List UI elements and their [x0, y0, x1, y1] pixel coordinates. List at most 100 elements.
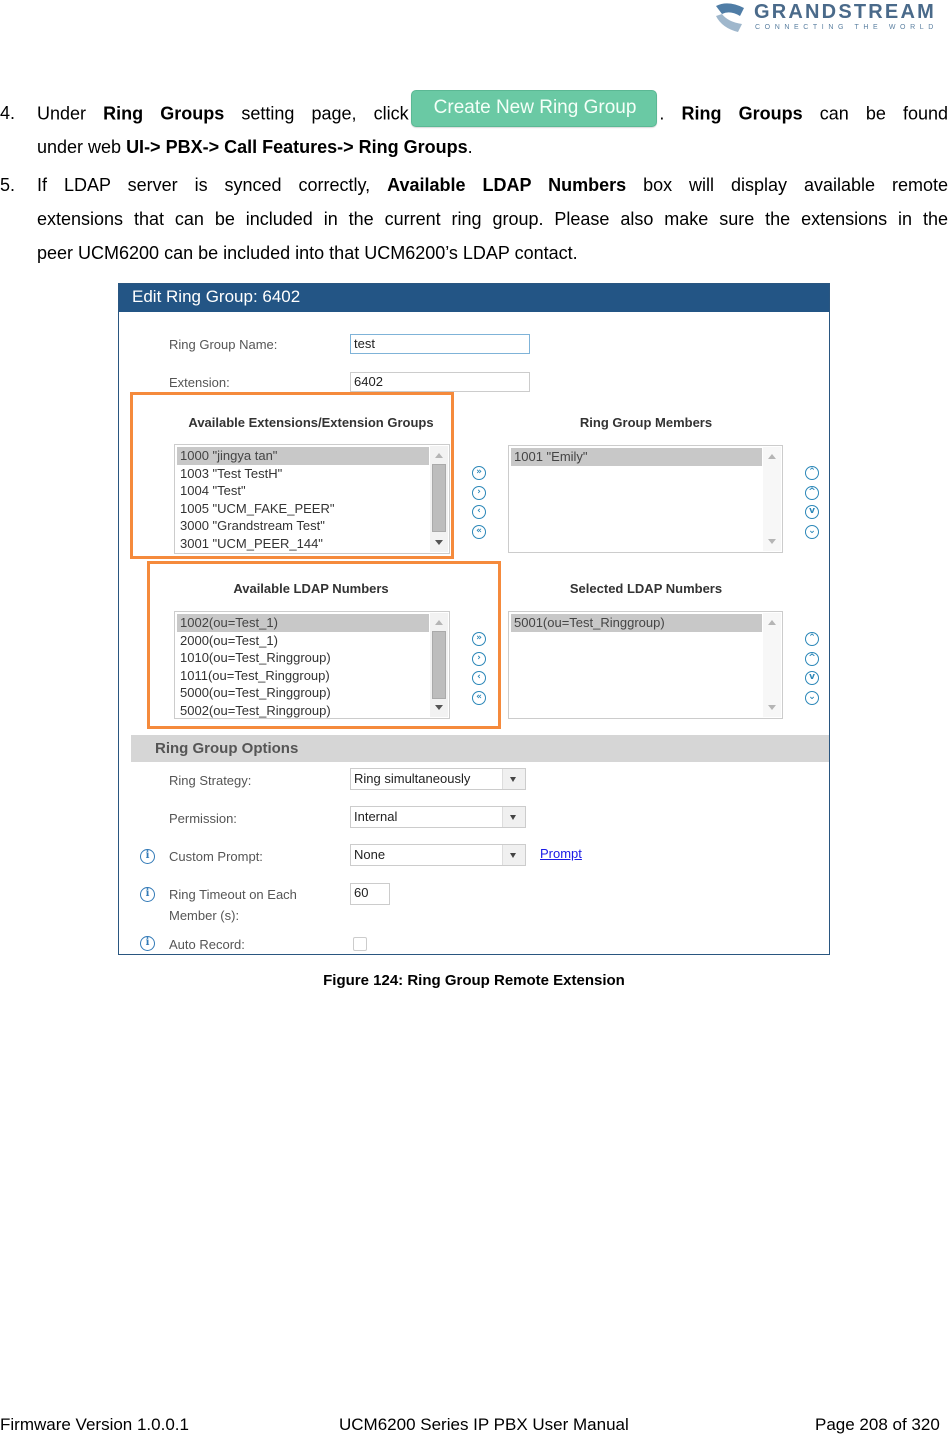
- list-item[interactable]: 1005 "UCM_FAKE_PEER": [177, 500, 429, 518]
- scrollbar[interactable]: [763, 613, 781, 717]
- text: under web: [37, 137, 127, 157]
- move-all-left-icon[interactable]: «: [472, 690, 486, 705]
- move-left-icon[interactable]: ‹: [472, 505, 486, 519]
- menu-path: UI-> PBX-> Call Features-> Ring Groups: [126, 137, 468, 157]
- scroll-up-arrow-icon[interactable]: [435, 620, 443, 625]
- info-icon[interactable]: i: [140, 887, 155, 902]
- list-item[interactable]: 1001 "Emily": [511, 448, 762, 466]
- scroll-down-arrow-icon[interactable]: [768, 705, 776, 710]
- scroll-up-arrow-icon[interactable]: [768, 454, 776, 459]
- move-down-icon[interactable]: v: [805, 671, 819, 685]
- move-all-right-icon[interactable]: »: [472, 632, 486, 646]
- move-right-icon[interactable]: ›: [472, 485, 486, 500]
- grandstream-logo: GRANDSTREAM CONNECTING THE WORLD: [712, 0, 948, 36]
- list-item[interactable]: 1010(ou=Test_Ringgroup): [177, 649, 429, 667]
- list-item[interactable]: 5001(ou=Test_Ringgroup): [511, 614, 762, 632]
- available-ldap-title: Available LDAP Numbers: [233, 581, 389, 596]
- logo-wordmark: GRANDSTREAM: [754, 1, 936, 23]
- bold-text: Ring Groups: [103, 103, 225, 124]
- selected-ldap-title: Selected LDAP Numbers: [569, 581, 723, 596]
- logo-tagline: CONNECTING THE WORLD: [755, 24, 938, 31]
- list-item[interactable]: 1003 "Test TestH": [177, 465, 429, 483]
- custom-prompt-label: Custom Prompt:: [169, 849, 263, 864]
- list-item[interactable]: 5002(ou=Test_Ringgroup): [177, 702, 429, 718]
- scroll-down-arrow-icon[interactable]: [435, 705, 443, 710]
- ring-timeout-label-line-2: Member (s):: [169, 908, 240, 923]
- move-top-icon[interactable]: ⌃: [805, 466, 819, 480]
- move-up-icon[interactable]: ^: [805, 651, 819, 666]
- list-item[interactable]: 1011(ou=Test_Ringgroup): [177, 667, 429, 685]
- list-item[interactable]: 3000 "Grandstream Test": [177, 517, 429, 535]
- move-down-icon[interactable]: v: [805, 505, 819, 519]
- edit-ring-group-screenshot: Edit Ring Group: 6402 Ring Group Name: t…: [118, 283, 830, 955]
- ring-group-options-section: Ring Group Options: [131, 735, 829, 762]
- prompt-link[interactable]: Prompt: [540, 846, 582, 861]
- auto-record-label: Auto Record:: [169, 937, 245, 952]
- bold-text: Available LDAP Numbers: [387, 175, 627, 195]
- dialog-title: Edit Ring Group: 6402: [132, 287, 301, 306]
- list-items: 1001 "Emily": [511, 448, 762, 466]
- list-item[interactable]: 3001 "UCM_PEER_144": [177, 535, 429, 553]
- extension-input[interactable]: 6402: [350, 372, 530, 392]
- list-item[interactable]: 2000(ou=Test_1): [177, 632, 429, 650]
- text: setting page, click: [224, 103, 409, 124]
- move-left-icon[interactable]: ‹: [472, 671, 486, 685]
- scroll-down-arrow-icon[interactable]: [768, 539, 776, 544]
- custom-prompt-select[interactable]: None: [350, 844, 526, 866]
- step-5-line-2: extensions that can be included in the c…: [37, 209, 948, 229]
- create-new-ring-group-button[interactable]: Create New Ring Group: [410, 90, 658, 127]
- selected-value: Ring simultaneously: [354, 771, 471, 786]
- permission-label: Permission:: [169, 811, 237, 826]
- scroll-thumb[interactable]: [432, 464, 446, 532]
- text: box will display available remote: [626, 175, 948, 195]
- step-number: 5.: [0, 175, 16, 195]
- member-order-controls: ⌃ ^ v ⌄: [805, 466, 821, 544]
- step-5-line-1: If LDAP server is synced correctly, Avai…: [37, 168, 948, 202]
- scroll-down-arrow-icon[interactable]: [435, 540, 443, 545]
- permission-select[interactable]: Internal: [350, 806, 526, 828]
- move-bottom-icon[interactable]: ⌄: [805, 524, 819, 539]
- move-bottom-icon[interactable]: ⌄: [805, 690, 819, 705]
- available-extensions-list[interactable]: 1000 "jingya tan" 1003 "Test TestH" 1004 "…: [174, 444, 450, 554]
- move-all-left-icon[interactable]: «: [472, 524, 486, 539]
- text: If LDAP server is synced correctly,: [37, 175, 388, 195]
- move-all-right-icon[interactable]: »: [472, 466, 486, 480]
- move-right-icon[interactable]: ›: [472, 651, 486, 666]
- list-item[interactable]: 1000 "jingya tan": [177, 447, 429, 465]
- dropdown-arrow-icon[interactable]: [502, 807, 525, 827]
- scrollbar[interactable]: [430, 446, 448, 552]
- auto-record-checkbox[interactable]: [353, 937, 367, 951]
- available-extensions-title: Available Extensions/Extension Groups: [188, 415, 434, 430]
- scroll-thumb[interactable]: [432, 631, 446, 699]
- list-items: 1002(ou=Test_1) 2000(ou=Test_1) 1010(ou=Te…: [177, 614, 429, 718]
- dropdown-arrow-icon[interactable]: [502, 769, 525, 789]
- move-top-icon[interactable]: ⌃: [805, 632, 819, 646]
- ring-timeout-input[interactable]: 60: [350, 883, 390, 905]
- ring-strategy-select[interactable]: Ring simultaneously: [350, 768, 526, 790]
- ldap-transfer-controls: » › ‹ «: [472, 632, 488, 710]
- list-items: 1000 "jingya tan" 1003 "Test TestH" 1004 "…: [177, 447, 429, 553]
- text: can be found: [802, 103, 948, 124]
- figure-caption: Figure 124: Ring Group Remote Extension: [323, 972, 625, 989]
- list-item[interactable]: 1002(ou=Test_1): [177, 614, 429, 632]
- ring-group-name-label: Ring Group Name:: [169, 337, 278, 352]
- ring-group-name-input[interactable]: test: [350, 334, 530, 354]
- ring-group-members-title: Ring Group Members: [579, 415, 713, 430]
- dropdown-arrow-icon[interactable]: [502, 845, 525, 865]
- info-icon[interactable]: i: [140, 936, 155, 951]
- list-item[interactable]: 1004 "Test": [177, 482, 429, 500]
- selected-ldap-list[interactable]: 5001(ou=Test_Ringgroup): [508, 611, 783, 719]
- list-item[interactable]: 5000(ou=Test_Ringgroup): [177, 684, 429, 702]
- footer-manual-title: UCM6200 Series IP PBX User Manual: [339, 1415, 629, 1434]
- move-up-icon[interactable]: ^: [805, 485, 819, 500]
- scrollbar[interactable]: [430, 613, 448, 717]
- ring-group-members-list[interactable]: 1001 "Emily": [508, 445, 783, 553]
- scroll-up-arrow-icon[interactable]: [435, 453, 443, 458]
- info-icon[interactable]: i: [140, 849, 155, 864]
- section-title: Ring Group Options: [155, 740, 299, 757]
- available-ldap-list[interactable]: 1002(ou=Test_1) 2000(ou=Test_1) 1010(ou=Te…: [174, 611, 450, 719]
- scroll-up-arrow-icon[interactable]: [768, 620, 776, 625]
- text: .: [659, 103, 682, 124]
- grandstream-logo-icon: [716, 3, 744, 32]
- scrollbar[interactable]: [763, 447, 781, 551]
